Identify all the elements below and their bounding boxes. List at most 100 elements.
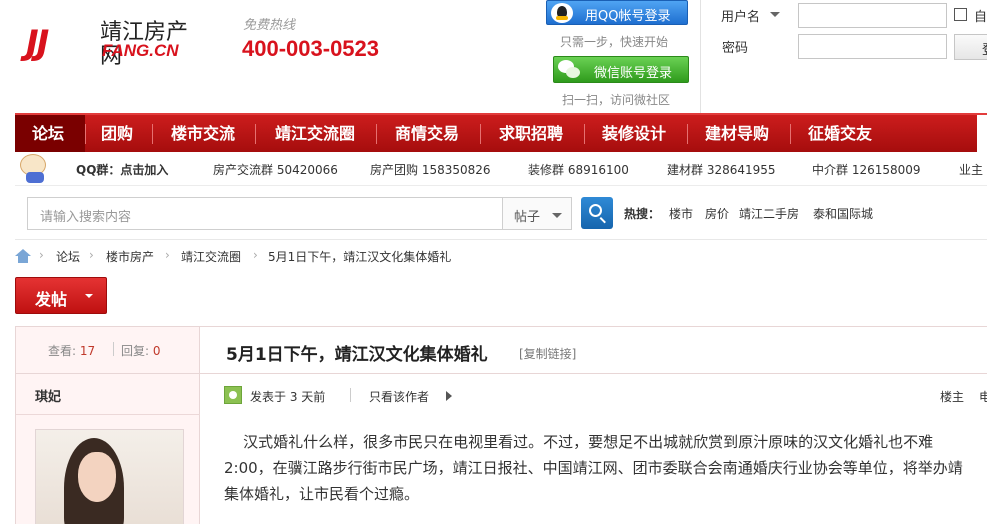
qq-group-link[interactable]: 房产交流群 50420066 <box>213 161 338 178</box>
nav-separator <box>152 124 153 144</box>
qq-login-hint: 只需一步，快速开始 <box>560 35 669 49</box>
breadcrumb-item[interactable]: 论坛 <box>56 248 80 265</box>
breadcrumb-separator: › <box>89 248 94 262</box>
post-body-line: 2:00，在骥江路步行街市民广场，靖江日报社、中国靖江网、团市委联合会南通婚庆行… <box>224 459 963 477</box>
nav-separator <box>376 124 377 144</box>
post-content: 发表于 3 天前 只看该作者 楼主 电 汉式婚礼什么样，很多市民只在电视里看过。… <box>200 374 987 524</box>
avatar[interactable] <box>35 429 184 524</box>
meta-separator <box>350 388 351 402</box>
breadcrumb-item[interactable]: 靖江交流圈 <box>181 248 241 265</box>
author-divider <box>16 414 200 415</box>
views-count: 17 <box>79 344 96 358</box>
post-body-line: 集体婚礼，让市民看个过瘾。 <box>224 485 420 503</box>
stats-separator <box>113 342 114 356</box>
search-scope-select[interactable]: 帖子 <box>502 197 572 230</box>
hot-search-label: 热搜： <box>624 207 661 221</box>
search-button[interactable] <box>581 197 613 229</box>
only-author-link[interactable]: 只看该作者 <box>369 388 429 405</box>
new-post-label: 发帖 <box>35 290 68 309</box>
password-input[interactable] <box>798 34 947 59</box>
username-type-dropdown-icon[interactable] <box>770 12 780 17</box>
nav-item-decoration[interactable]: 装修设计 <box>602 115 666 152</box>
nav-separator <box>480 124 481 144</box>
replies-count: 0 <box>152 344 161 358</box>
thread-stats: 查看: 17 回复: 0 <box>16 327 200 374</box>
wechat-login-button[interactable]: 微信账号登录 <box>553 56 689 83</box>
thread-title-bar: 5月1日下午，靖江汉文化集体婚礼 [复制链接] <box>200 327 987 374</box>
breadcrumb-separator: › <box>253 248 258 262</box>
username-input[interactable] <box>798 3 947 28</box>
author-name[interactable]: 琪妃 <box>35 386 61 405</box>
hotline-label: 免费热线 <box>243 18 296 33</box>
remember-label: 自 <box>974 10 987 25</box>
arrow-right-icon <box>446 391 452 401</box>
nav-separator <box>255 124 256 144</box>
online-status-icon <box>224 386 242 404</box>
hot-search-link[interactable]: 靖江二手房 <box>739 205 799 222</box>
qq-group-link[interactable]: 建材群 328641955 <box>667 161 776 178</box>
breadcrumb-item[interactable]: 5月1日下午，靖江汉文化集体婚礼 <box>268 248 451 265</box>
qq-groups-label[interactable]: QQ群：点击加入 <box>76 161 168 178</box>
hot-search-link[interactable]: 泰和国际城 <box>813 205 873 222</box>
post-body: 汉式婚礼什么样，很多市民只在电视里看过。不过，要想足不出城就欣赏到原汁原味的汉文… <box>224 429 987 507</box>
nav-item-housing-talk[interactable]: 楼市交流 <box>171 115 235 152</box>
author-sidebar: 琪妃 <box>16 374 200 524</box>
nav-item-jingjiang-circle[interactable]: 靖江交流圈 <box>275 115 355 152</box>
qq-login-button[interactable]: 用QQ帐号登录 <box>546 0 688 25</box>
nav-item-jobs[interactable]: 求职招聘 <box>499 115 563 152</box>
wechat-login-label: 微信账号登录 <box>594 66 673 81</box>
search-icon <box>589 204 602 217</box>
hot-search-link[interactable]: 房价 <box>705 205 729 222</box>
breadcrumb: › 论坛 › 楼市房产 › 靖江交流圈 › 5月1日下午，靖江汉文化集体婚礼 <box>15 240 987 274</box>
remember-checkbox[interactable] <box>954 8 967 21</box>
chevron-down-icon <box>552 213 562 218</box>
thread-title: 5月1日下午，靖江汉文化集体婚礼 <box>226 345 488 365</box>
wechat-login-hint: 扫一扫，访问微社区 <box>562 93 671 107</box>
home-icon[interactable] <box>15 249 31 263</box>
password-label: 密码 <box>722 41 749 56</box>
breadcrumb-separator: › <box>165 248 170 262</box>
nav-item-forum[interactable]: 论坛 <box>15 115 85 152</box>
site-logo[interactable]: JJ 靖江房产网 FANG.CN <box>26 18 206 68</box>
logo-mark: JJ <box>26 23 49 63</box>
search-area: 请输入搜索内容 帖子 热搜： 楼市 房价 靖江二手房 泰和国际城 <box>15 186 987 240</box>
replies-stat: 回复: 0 <box>121 344 161 358</box>
floor-label: 楼主 <box>940 390 965 404</box>
new-post-button[interactable]: 发帖 <box>15 277 107 314</box>
nav-right-edge <box>977 115 987 152</box>
qq-group-link[interactable]: 房产团购 158350826 <box>370 161 491 178</box>
nav-item-building-materials[interactable]: 建材导购 <box>705 115 769 152</box>
qq-group-link[interactable]: 中介群 126158009 <box>812 161 921 178</box>
copy-link-button[interactable]: [复制链接] <box>519 345 576 362</box>
hot-search-link[interactable]: 楼市 <box>669 205 693 222</box>
wechat-icon <box>558 60 582 80</box>
qq-group-link[interactable]: 业主 <box>959 161 983 178</box>
nav-item-business[interactable]: 商情交易 <box>395 115 459 152</box>
post-time: 发表于 3 天前 <box>250 390 326 404</box>
post-meta: 发表于 3 天前 只看该作者 楼主 电 <box>200 374 987 414</box>
breadcrumb-item[interactable]: 楼市房产 <box>106 248 154 265</box>
chevron-down-icon <box>85 294 93 298</box>
breadcrumb-separator: › <box>39 248 44 262</box>
login-button[interactable]: 登 <box>954 34 987 60</box>
qq-group-link[interactable]: 装修群 68916100 <box>528 161 629 178</box>
nav-separator <box>584 124 585 144</box>
nav-separator <box>85 124 86 144</box>
main-nav: 论坛 团购 楼市交流 靖江交流圈 商情交易 求职招聘 装修设计 建材导购 征婚交… <box>15 113 987 152</box>
nav-separator <box>687 124 688 144</box>
nav-item-group-buy[interactable]: 团购 <box>101 115 133 152</box>
qq-login-label: 用QQ帐号登录 <box>585 9 671 24</box>
qq-groups-bar: QQ群：点击加入 房产交流群 50420066 房产团购 158350826 装… <box>15 152 987 186</box>
mascot-icon <box>20 154 48 184</box>
thread-container: 查看: 17 回复: 0 5月1日下午，靖江汉文化集体婚礼 [复制链接] 琪妃 … <box>15 326 987 524</box>
nav-item-dating[interactable]: 征婚交友 <box>808 115 872 152</box>
header-divider <box>700 0 701 113</box>
nav-separator <box>790 124 791 144</box>
logo-domain: FANG.CN <box>102 41 179 60</box>
qq-penguin-icon <box>551 3 573 23</box>
username-label: 用户名 <box>721 10 761 25</box>
floor-extra[interactable]: 电 <box>979 388 987 405</box>
post-body-line: 汉式婚礼什么样，很多市民只在电视里看过。不过，要想足不出城就欣赏到原汁原味的汉文… <box>224 433 934 451</box>
search-input[interactable]: 请输入搜索内容 <box>27 197 503 230</box>
hotline-number: 400-003-0523 <box>242 36 380 61</box>
